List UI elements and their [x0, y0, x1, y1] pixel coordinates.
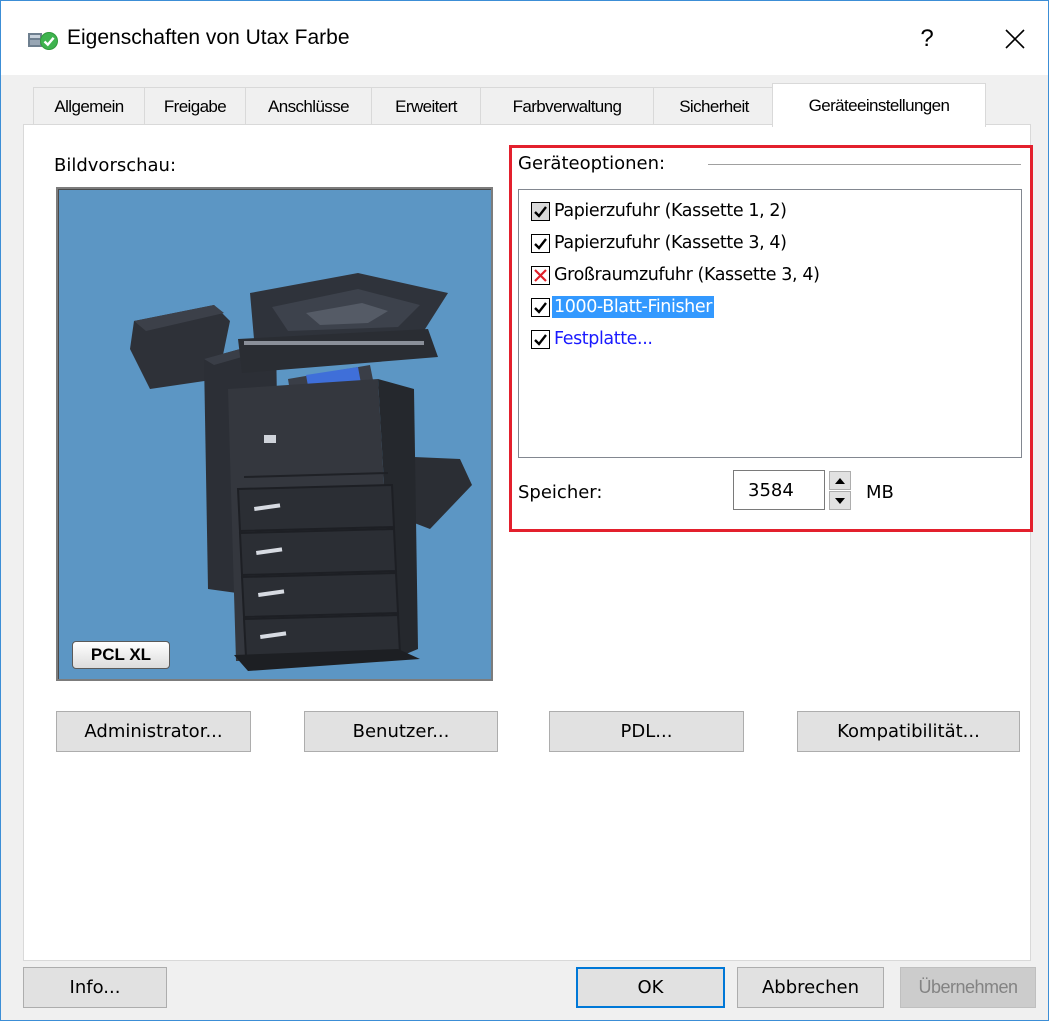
tab-ports[interactable]: Anschlüsse: [245, 87, 372, 125]
help-button[interactable]: ?: [909, 19, 945, 59]
apply-button[interactable]: Übernehmen: [900, 967, 1036, 1008]
list-item-label: Großraumzufuhr (Kassette 3, 4): [554, 265, 820, 285]
printer-illustration: [130, 273, 472, 671]
pdl-badge: PCL XL: [72, 641, 170, 669]
window-title: Eigenschaften von Utax Farbe: [67, 26, 350, 49]
memory-input[interactable]: [733, 470, 825, 510]
printer-preview: PCL XL: [56, 187, 493, 681]
memory-label: Speicher:: [518, 482, 603, 503]
list-item-label: Papierzufuhr (Kassette 3, 4): [554, 233, 787, 253]
tab-sharing[interactable]: Freigabe: [144, 87, 246, 125]
printer-properties-icon: [28, 32, 58, 50]
close-icon: [1005, 29, 1025, 49]
tab-color-management[interactable]: Farbverwaltung: [480, 87, 654, 125]
list-item[interactable]: Festplatte...: [531, 324, 655, 354]
list-item[interactable]: Papierzufuhr (Kassette 1, 2): [531, 196, 789, 226]
pdl-button[interactable]: PDL...: [549, 711, 744, 752]
list-item-label: Papierzufuhr (Kassette 1, 2): [554, 201, 787, 221]
device-options-label: Geräteoptionen:: [518, 153, 674, 174]
device-settings-page: Bildvorschau: PCL XL Geräteoptionen: Pap…: [23, 124, 1033, 961]
cancel-button[interactable]: Abbrechen: [737, 967, 884, 1008]
compatibility-button[interactable]: Kompatibilität...: [797, 711, 1020, 752]
checkbox-conflict-icon[interactable]: [531, 265, 550, 285]
device-options-list[interactable]: Papierzufuhr (Kassette 1, 2) Papierzufuh…: [518, 189, 1022, 458]
ok-button[interactable]: OK: [576, 967, 725, 1008]
list-item[interactable]: Papierzufuhr (Kassette 3, 4): [531, 228, 789, 258]
tab-general[interactable]: Allgemein: [33, 87, 145, 125]
list-item-label-selected: 1000-Blatt-Finisher: [552, 296, 715, 318]
tab-device-settings[interactable]: Geräteeinstellungen: [772, 83, 986, 127]
tab-security[interactable]: Sicherheit: [653, 87, 775, 125]
title-bar: Eigenschaften von Utax Farbe ?: [1, 1, 1048, 75]
tab-strip: Allgemein Freigabe Anschlüsse Erweitert …: [29, 83, 1029, 127]
list-item[interactable]: 1000-Blatt-Finisher: [531, 292, 715, 322]
triangle-up-icon: [835, 477, 845, 484]
user-button[interactable]: Benutzer...: [304, 711, 498, 752]
checkbox-checked-icon[interactable]: [531, 233, 550, 253]
checkbox-checked-icon[interactable]: [531, 329, 550, 349]
preview-label: Bildvorschau:: [54, 155, 177, 176]
info-button[interactable]: Info...: [23, 967, 167, 1008]
close-button[interactable]: [995, 19, 1035, 59]
list-item[interactable]: Großraumzufuhr (Kassette 3, 4): [531, 260, 822, 290]
tab-advanced[interactable]: Erweitert: [371, 87, 481, 125]
triangle-down-icon: [835, 497, 845, 504]
memory-unit: MB: [866, 482, 894, 503]
memory-increase-button[interactable]: [829, 471, 851, 490]
administrator-button[interactable]: Administrator...: [56, 711, 251, 752]
memory-decrease-button[interactable]: [829, 491, 851, 510]
checkbox-checked-disabled-icon[interactable]: [531, 201, 550, 221]
group-separator: [708, 164, 1021, 165]
list-item-link[interactable]: Festplatte...: [552, 328, 655, 350]
properties-dialog: Eigenschaften von Utax Farbe ? Allgemein…: [0, 0, 1049, 1021]
checkbox-checked-icon[interactable]: [531, 297, 550, 317]
